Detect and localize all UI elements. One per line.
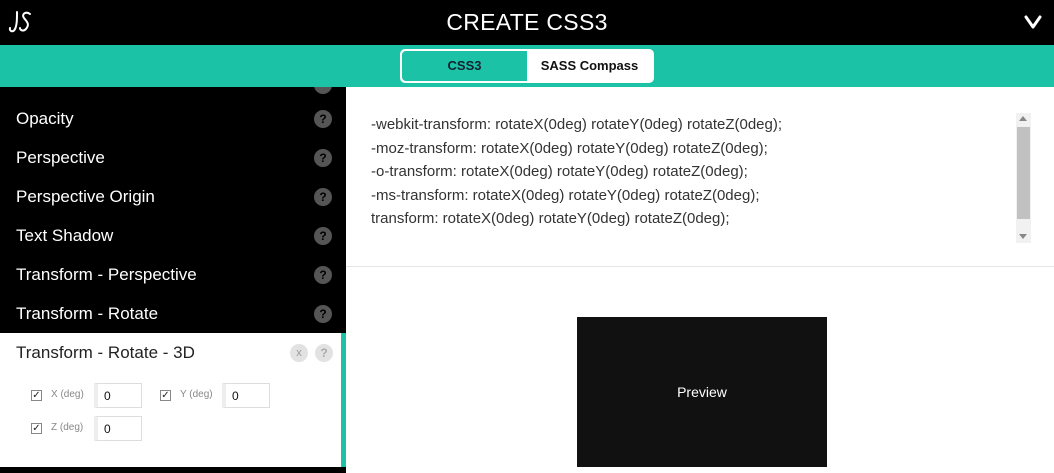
preview-box: Preview [577,317,827,467]
page-title: CREATE CSS3 [446,9,608,35]
help-icon[interactable]: ? [314,188,332,206]
code-line: -webkit-transform: rotateX(0deg) rotateY… [371,116,783,133]
rotate-x-input[interactable] [94,383,142,408]
sidebar-item-label[interactable]: Transform - Rotate - 3D [16,343,195,363]
sidebar-item-perspective-origin[interactable]: Perspective Origin ? [0,177,346,216]
sidebar-item-label: Perspective [16,148,105,167]
code-line: transform: rotateX(0deg) rotateY(0deg) r… [371,210,730,227]
sidebar-bottom [0,467,346,473]
code-output-panel: -webkit-transform: rotateX(0deg) rotateY… [346,87,1054,267]
app-header: CREATE CSS3 [0,0,1054,45]
tab-sass-compass[interactable]: SASS Compass [527,51,652,81]
rotate-z-label: Z (deg) [51,422,84,433]
help-icon[interactable]: ? [314,110,332,128]
tab-strip: CSS3 SASS Compass [0,45,1054,87]
close-icon[interactable]: x [290,344,308,362]
help-icon[interactable]: ? [315,344,333,362]
help-icon[interactable] [314,87,332,94]
rotate-y-input[interactable] [222,383,270,408]
code-line: -ms-transform: rotateX(0deg) rotateY(0de… [371,186,760,204]
sidebar-item-opacity[interactable]: Opacity ? [0,99,346,138]
sidebar-item-label: Text Shadow [16,226,114,245]
chevron-down-icon[interactable] [1024,14,1042,30]
sidebar-item-label: Transform - Perspective [16,265,197,284]
sidebar-item-transform-perspective[interactable]: Transform - Perspective ? [0,255,346,294]
rotate-y-label: Y (deg) [180,389,213,400]
rotate-x-checkbox[interactable]: ✓ [31,390,42,401]
help-icon[interactable]: ? [314,266,332,284]
rotate-z-input[interactable] [94,416,142,441]
scroll-up-arrow-icon[interactable] [1019,116,1027,121]
active-accent-bar [341,333,346,467]
help-icon[interactable]: ? [314,227,332,245]
rotate-y-checkbox[interactable]: ✓ [160,390,171,401]
code-scrollbar[interactable] [1016,113,1031,243]
help-icon[interactable]: ? [314,305,332,323]
rotate-z-checkbox[interactable]: ✓ [31,423,42,434]
sidebar-item-label: Opacity [16,109,74,128]
code-output[interactable]: -webkit-transform: rotateX(0deg) rotateY… [371,113,1011,231]
rotate-x-label: X (deg) [51,389,84,400]
sidebar-item-perspective[interactable]: Perspective ? [0,138,346,177]
sidebar: Opacity ? Perspective ? Perspective Orig… [0,87,346,473]
tab-css3[interactable]: CSS3 [402,51,527,81]
help-icon[interactable]: ? [314,149,332,167]
sidebar-item-transform-rotate[interactable]: Transform - Rotate ? [0,294,346,333]
code-line: -moz-transform: rotateX(0deg) rotateY(0d… [371,139,768,157]
sidebar-item-transform-rotate-3d: Transform - Rotate - 3D x ? ✓ X (deg) ✓ … [0,333,341,467]
scroll-thumb[interactable] [1017,127,1030,219]
sidebar-item-label: Transform - Rotate [16,304,159,323]
scroll-down-arrow-icon[interactable] [1019,234,1027,239]
code-line: -o-transform: rotateX(0deg) rotateY(0deg… [371,163,748,180]
tab-group: CSS3 SASS Compass [400,49,654,83]
sidebar-item-text-shadow[interactable]: Text Shadow ? [0,216,346,255]
sidebar-item-label: Perspective Origin [16,187,155,206]
